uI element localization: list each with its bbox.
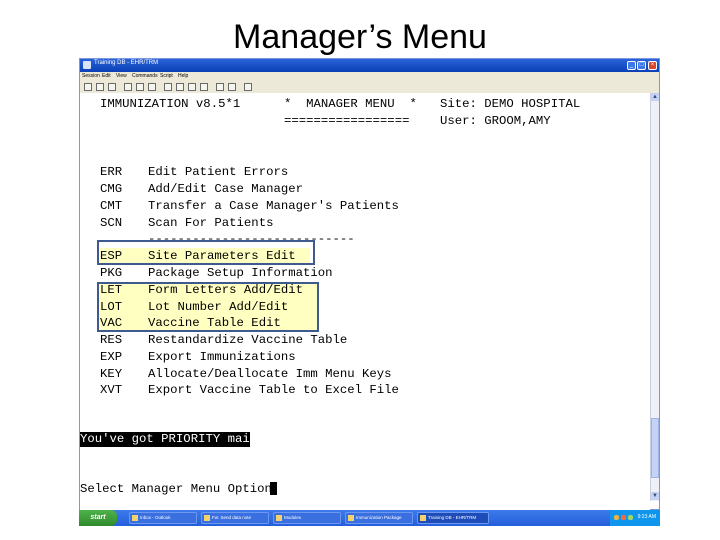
print-icon[interactable] bbox=[200, 83, 208, 91]
taskbar-item[interactable]: Inbox - Outlook bbox=[129, 512, 197, 524]
settings-icon[interactable] bbox=[188, 83, 196, 91]
app-icon bbox=[83, 61, 91, 69]
slide-title: Manager’s Menu bbox=[233, 18, 487, 56]
menu-code[interactable]: KEY bbox=[100, 367, 122, 381]
taskbar-item-label: Immunization Package bbox=[356, 515, 402, 520]
menu-item-label[interactable]: Restandardize Vaccine Table bbox=[148, 333, 347, 347]
menu-item-label[interactable]: Add/Edit Case Manager bbox=[148, 182, 303, 196]
taskbar-item-label: Inbox - Outlook bbox=[140, 515, 171, 520]
terminal-icon bbox=[420, 515, 426, 521]
presentation-icon bbox=[348, 515, 354, 521]
menu-commands[interactable]: Commands bbox=[132, 73, 158, 79]
close-icon[interactable]: × bbox=[648, 61, 657, 70]
new-icon[interactable] bbox=[84, 83, 92, 91]
menu-code[interactable]: SCN bbox=[100, 216, 122, 230]
taskbar: start Inbox - Outlook Fw: Send data note… bbox=[79, 510, 660, 526]
taskbar-item-label: Fw: Send data note bbox=[212, 515, 252, 520]
menu-heading: * MANAGER MENU * bbox=[284, 97, 417, 111]
tray-icon[interactable] bbox=[628, 515, 633, 520]
annotation-box-let-lot-vac bbox=[97, 282, 319, 332]
menu-code[interactable]: CMT bbox=[100, 199, 122, 213]
menu-code[interactable]: CMG bbox=[100, 182, 122, 196]
menu-item-label[interactable]: Allocate/Deallocate Imm Menu Keys bbox=[148, 367, 392, 381]
user-label: User: GROOM,AMY bbox=[440, 114, 551, 128]
menu-code[interactable]: EXP bbox=[100, 350, 122, 364]
scroll-down-icon[interactable]: ▼ bbox=[651, 492, 659, 500]
menu-item-label[interactable]: Scan For Patients bbox=[148, 216, 273, 230]
lock-icon[interactable] bbox=[216, 83, 224, 91]
connect-icon[interactable] bbox=[164, 83, 172, 91]
copy-icon[interactable] bbox=[136, 83, 144, 91]
menu-prompt: Select Manager Menu Option: bbox=[80, 482, 287, 496]
package-version: IMMUNIZATION v8.5*1 bbox=[100, 97, 241, 111]
menu-code[interactable]: RES bbox=[100, 333, 122, 347]
help-icon[interactable] bbox=[244, 83, 252, 91]
menu-view[interactable]: View bbox=[116, 73, 127, 79]
document-icon bbox=[204, 515, 210, 521]
menu-help[interactable]: Help bbox=[178, 73, 188, 79]
menu-item-label[interactable]: Export Vaccine Table to Excel File bbox=[148, 383, 399, 397]
window-titlebar[interactable]: Training DB - EHR/TRM _ □ × bbox=[80, 59, 659, 72]
menubar: Session Edit View Commands Script Help bbox=[80, 72, 659, 81]
taskbar-item[interactable]: Immunization Package bbox=[345, 512, 413, 524]
scroll-up-icon[interactable]: ▲ bbox=[651, 93, 659, 101]
heading-underline: ================= bbox=[284, 114, 410, 128]
menu-item-label[interactable]: Package Setup Information bbox=[148, 266, 332, 280]
folder-icon bbox=[276, 515, 282, 521]
menu-item-label[interactable]: Transfer a Case Manager's Patients bbox=[148, 199, 399, 213]
disconnect-icon[interactable] bbox=[176, 83, 184, 91]
menu-code[interactable]: XVT bbox=[100, 383, 122, 397]
priority-mail-text: You've got PRIORITY mail! bbox=[80, 432, 265, 446]
menu-session[interactable]: Session bbox=[82, 73, 100, 79]
window-title: Training DB - EHR/TRM bbox=[94, 60, 159, 66]
cut-icon[interactable] bbox=[124, 83, 132, 91]
clock: 9:23 AM bbox=[637, 514, 656, 520]
save-icon[interactable] bbox=[108, 83, 116, 91]
menu-code[interactable]: ERR bbox=[100, 165, 122, 179]
start-button[interactable]: start bbox=[79, 510, 117, 526]
site-label: Site: DEMO HOSPITAL bbox=[440, 97, 581, 111]
system-tray: 9:23 AM bbox=[610, 510, 660, 526]
paste-icon[interactable] bbox=[148, 83, 156, 91]
scroll-thumb[interactable] bbox=[651, 418, 659, 478]
menu-script[interactable]: Script bbox=[160, 73, 173, 79]
open-icon[interactable] bbox=[96, 83, 104, 91]
outlook-icon bbox=[132, 515, 138, 521]
menu-code[interactable]: PKG bbox=[100, 266, 122, 280]
maximize-icon[interactable]: □ bbox=[637, 61, 646, 70]
vertical-scrollbar[interactable]: ▲ ▼ bbox=[650, 93, 659, 501]
taskbar-item[interactable]: Fw: Send data note bbox=[201, 512, 269, 524]
minimize-icon[interactable]: _ bbox=[627, 61, 636, 70]
tray-icon[interactable] bbox=[621, 515, 626, 520]
taskbar-item-active[interactable]: Training DB - EHR/TRM bbox=[417, 512, 489, 524]
terminal-window: Training DB - EHR/TRM _ □ × Session Edit… bbox=[79, 58, 660, 511]
annotation-box-esp bbox=[97, 240, 315, 265]
terminal-screen[interactable]: IMMUNIZATION v8.5*1 * MANAGER MENU * ===… bbox=[80, 93, 650, 511]
taskbar-item-label: Modules bbox=[284, 515, 302, 520]
taskbar-item[interactable]: Modules bbox=[273, 512, 341, 524]
menu-edit[interactable]: Edit bbox=[102, 73, 111, 79]
tray-icon[interactable] bbox=[614, 515, 619, 520]
text-cursor[interactable] bbox=[270, 482, 277, 495]
key-icon[interactable] bbox=[228, 83, 236, 91]
menu-item-label[interactable]: Edit Patient Errors bbox=[148, 165, 288, 179]
taskbar-item-label: Training DB - EHR/TRM bbox=[428, 515, 477, 520]
menu-item-label[interactable]: Export Immunizations bbox=[148, 350, 296, 364]
